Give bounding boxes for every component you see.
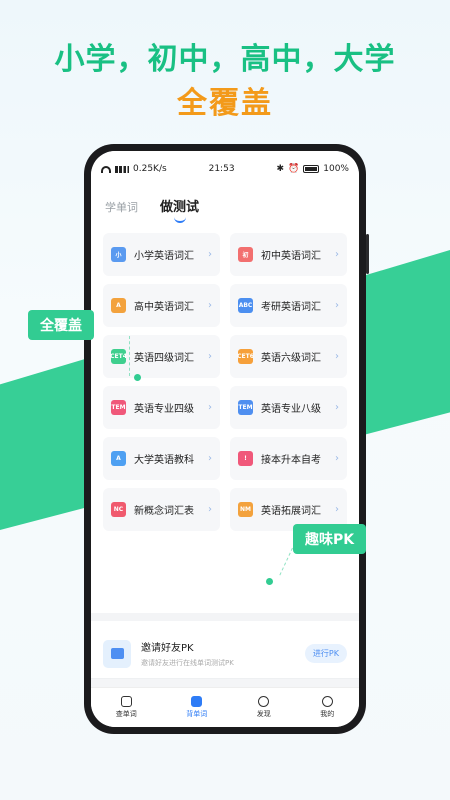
vocab-card-label: 初中英语词汇: [261, 251, 321, 262]
vocab-card[interactable]: TEM 英语专业八级 ›: [230, 386, 347, 429]
chevron-right-icon: ›: [208, 504, 212, 515]
start-pk-button[interactable]: 进行PK: [304, 644, 347, 663]
planet-icon: [258, 696, 270, 707]
bluetooth-icon: ✱: [276, 164, 285, 174]
vocab-card[interactable]: A 大学英语教科 ›: [103, 437, 220, 480]
chevron-right-icon: ›: [335, 351, 339, 362]
section-divider: [91, 613, 359, 621]
vocab-book-icon: CET4: [110, 349, 127, 364]
status-time: 21:53: [208, 164, 235, 174]
vocab-card-label: 英语四级词汇: [134, 353, 194, 364]
nav-item[interactable]: 发现: [257, 696, 271, 719]
chevron-right-icon: ›: [335, 402, 339, 413]
hero-headline: 小学，初中，高中，大学: [54, 42, 396, 77]
vocab-book-icon: TEM: [238, 400, 253, 415]
search-book-icon: [120, 696, 132, 707]
vocab-card-label: 英语专业四级: [134, 404, 194, 415]
word-card-icon: [191, 696, 203, 707]
chevron-right-icon: ›: [208, 249, 212, 260]
vocab-grid: 小小学英语词汇 › 初初中英语词汇 › A 高中英语词汇 › ABC 考研英语词汇 › CET4 英语…: [103, 233, 347, 531]
hero-subheadline: 全覆盖: [177, 86, 273, 121]
phone-screen: 0.25K/s 21:53 ✱ ⏰ 100% 学单词 做测试 小小学英语词汇 › 初…: [91, 151, 359, 727]
callout-pk-dot: [266, 578, 273, 585]
vocab-card[interactable]: CET4 英语四级词汇 ›: [103, 335, 220, 378]
chevron-right-icon: ›: [335, 504, 339, 515]
vocab-book-icon: TEM: [111, 400, 126, 415]
callout-coverage-line: [129, 336, 130, 376]
bottom-nav: 查单词 背单词 发现 我的: [91, 687, 359, 727]
vocab-card-label: 大学英语教科: [134, 455, 194, 466]
vocab-card[interactable]: ABC 考研英语词汇 ›: [230, 284, 347, 327]
vocab-card-label: 接本升本自考: [261, 455, 321, 466]
main-content: 小小学英语词汇 › 初初中英语词汇 › A 高中英语词汇 › ABC 考研英语词汇 › CET4 英语…: [91, 227, 359, 718]
nav-item[interactable]: 我的: [320, 696, 334, 719]
vocab-card[interactable]: ! 接本升本自考 ›: [230, 437, 347, 480]
wifi-icon: [101, 165, 111, 173]
callout-coverage-dot: [134, 374, 141, 381]
vocab-book-icon: A: [111, 298, 126, 313]
vocab-card-label: 英语六级词汇: [261, 353, 321, 364]
callout-coverage: 全覆盖: [28, 310, 94, 340]
nav-label: 背单词: [186, 710, 208, 718]
phone-side-button: [366, 234, 369, 274]
chevron-right-icon: ›: [335, 300, 339, 311]
pk-row[interactable]: 邀请好友PK 邀请好友进行在线单词测试PK 进行PK: [91, 629, 359, 679]
vocab-card-label: 英语拓展词汇: [261, 506, 321, 517]
chevron-right-icon: ›: [208, 300, 212, 311]
tab-take-test[interactable]: 做测试: [160, 196, 199, 223]
vocab-card[interactable]: CET6 英语六级词汇 ›: [230, 335, 347, 378]
vocab-book-icon: CET6: [237, 349, 254, 364]
vocab-card-label: 新概念词汇表: [134, 506, 194, 517]
battery-level: 100%: [323, 164, 349, 174]
vocab-book-icon: A: [111, 451, 126, 466]
callout-pk: 趣味PK: [293, 524, 367, 554]
nav-label: 查单词: [115, 710, 137, 718]
invite-friend-icon: [103, 639, 131, 668]
chevron-right-icon: ›: [208, 402, 212, 413]
chevron-right-icon: ›: [208, 453, 212, 464]
vocab-book-icon: NC: [111, 502, 126, 517]
nav-item[interactable]: 查单词: [116, 696, 137, 719]
nav-item[interactable]: 背单词: [186, 696, 207, 719]
vocab-card-label: 英语专业八级: [261, 404, 321, 415]
vocab-book-icon: 小: [111, 247, 126, 262]
smile-face-icon: [321, 696, 333, 707]
vocab-book-icon: 初: [238, 247, 253, 262]
pk-title: 邀请好友PK: [141, 643, 194, 654]
pk-description: 邀请好友进行在线单词测试PK: [141, 659, 234, 667]
vocab-card-label: 高中英语词汇: [134, 302, 194, 313]
chevron-right-icon: ›: [335, 453, 339, 464]
nav-label: 我的: [320, 710, 335, 718]
vocab-card[interactable]: NC 新概念词汇表 ›: [103, 488, 220, 531]
vocab-book-icon: ABC: [238, 298, 253, 313]
chevron-right-icon: ›: [335, 249, 339, 260]
chevron-right-icon: ›: [208, 351, 212, 362]
alarm-icon: ⏰: [288, 164, 300, 174]
battery-icon: [303, 165, 320, 173]
vocab-card[interactable]: TEM 英语专业四级 ›: [103, 386, 220, 429]
phone-frame: 0.25K/s 21:53 ✱ ⏰ 100% 学单词 做测试 小小学英语词汇 › 初…: [84, 144, 369, 734]
network-speed: 0.25K/s: [133, 164, 167, 174]
tab-learn-words[interactable]: 学单词: [105, 199, 138, 215]
vocab-card-label: 考研英语词汇: [261, 302, 321, 313]
vocab-card-label: 小学英语词汇: [134, 251, 194, 262]
top-tabs: 学单词 做测试: [91, 187, 359, 227]
status-bar: 0.25K/s 21:53 ✱ ⏰ 100%: [91, 151, 359, 187]
nav-label: 发现: [256, 710, 271, 718]
vocab-book-icon: NM: [238, 502, 253, 517]
vocab-card[interactable]: 小小学英语词汇 ›: [103, 233, 220, 276]
vocab-book-icon: !: [238, 451, 253, 466]
signal-icon: [115, 165, 129, 173]
vocab-card[interactable]: 初初中英语词汇 ›: [230, 233, 347, 276]
vocab-card[interactable]: A 高中英语词汇 ›: [103, 284, 220, 327]
